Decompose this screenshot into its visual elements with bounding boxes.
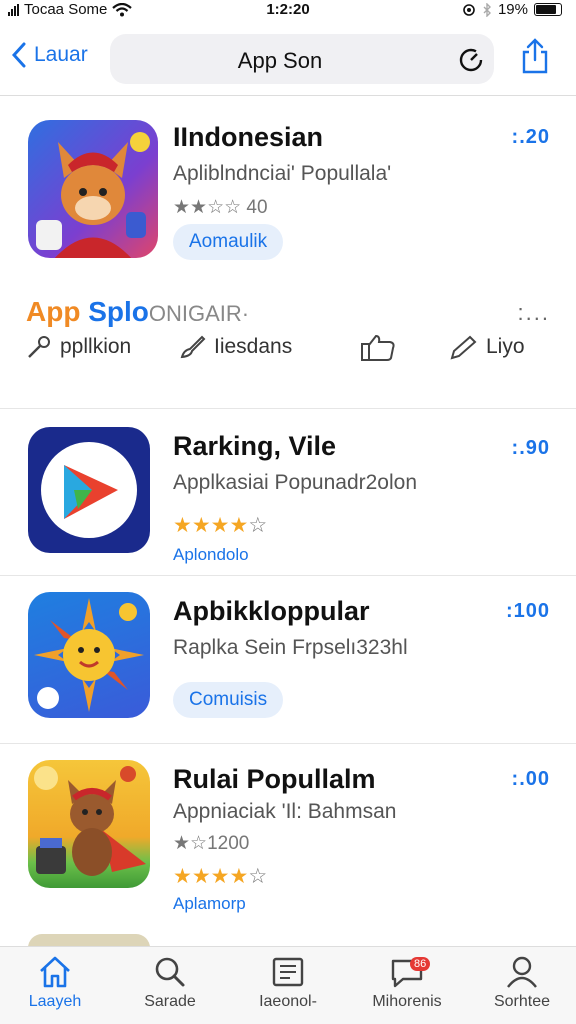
app-icon-hero xyxy=(28,760,150,888)
list-item[interactable]: Apbikkloppular Raplka Sein Frpselı323hl … xyxy=(0,576,576,744)
star-icon: ★★★★ xyxy=(173,514,249,537)
list-item[interactable]: Rulai Popullalm Appniaciak 'Il: Bahmsan … xyxy=(0,744,576,930)
section-title-part: App xyxy=(26,296,81,327)
title-pill[interactable]: App Son xyxy=(110,34,494,84)
wrench-icon xyxy=(28,336,50,358)
back-label: Lauar xyxy=(34,43,88,66)
tab-search[interactable]: Sarade xyxy=(115,955,225,1011)
app-name: Rarking, Vile xyxy=(173,431,337,461)
navigation-bar: Lauar App Son xyxy=(0,28,576,96)
tab-documents[interactable]: Iaeonol- xyxy=(233,955,343,1011)
share-icon[interactable] xyxy=(520,38,550,74)
category-label: Iiesdans xyxy=(214,335,293,358)
star-icon: ★★☆☆ xyxy=(173,197,242,218)
app-subtitle: Apliblndnciai' Popullala' xyxy=(173,162,392,185)
list-item[interactable]: IIndonesian Apliblndnciai' Popullala' ★★… xyxy=(0,98,576,288)
star-empty-icon: ☆ xyxy=(248,514,268,537)
document-icon xyxy=(272,957,304,987)
fox-mascot-icon xyxy=(36,132,150,258)
category-pill[interactable]: Aomaulik xyxy=(173,224,284,260)
tab-profile[interactable]: Sorhtee xyxy=(467,955,576,1011)
rating-count: 1200 xyxy=(207,833,250,854)
category-item[interactable] xyxy=(360,334,404,362)
price-label[interactable]: :.20 xyxy=(512,126,550,149)
paint-brush-icon xyxy=(180,335,206,359)
category-item[interactable]: Iiesdans xyxy=(178,334,292,360)
section-title: App SploONIGAIR· xyxy=(26,296,249,328)
sun-mascot-icon xyxy=(34,598,144,712)
price-label[interactable]: :.00 xyxy=(512,768,550,791)
rating-stars: ★★★★☆ xyxy=(173,513,267,538)
app-subtitle: Raplka Sein Frpselı323hl xyxy=(173,636,408,659)
app-name: Rulai Popullalm xyxy=(173,764,376,794)
price-label[interactable]: :.90 xyxy=(512,437,550,460)
home-icon xyxy=(40,956,70,988)
app-subtitle: Appniaciak 'Il: Bahmsan xyxy=(173,800,397,823)
category-item[interactable]: ppllkion xyxy=(26,334,131,360)
battery-icon xyxy=(534,3,562,16)
developer-tag: Aplamorp xyxy=(173,894,246,913)
location-icon xyxy=(463,3,475,16)
category-label: Liyo xyxy=(486,335,525,358)
rating: ★☆1200 xyxy=(173,832,249,855)
tab-home[interactable]: Laayeh xyxy=(0,955,110,1011)
app-subtitle: Applkasiai Popunadr2olon xyxy=(173,471,418,494)
refresh-icon[interactable] xyxy=(458,47,484,73)
search-icon xyxy=(155,957,185,987)
tab-notifications[interactable]: 86 Mihorenis xyxy=(352,955,462,1011)
section-title-part: ONIGAIR· xyxy=(148,301,250,326)
developer-tag: Aplondolo xyxy=(173,545,249,564)
tab-label: Laayeh xyxy=(28,993,82,1010)
rating-count: 40 xyxy=(246,197,268,218)
rating: ★★☆☆ 40 xyxy=(173,196,268,219)
tab-label: Sorhtee xyxy=(493,993,551,1010)
page-title: App Son xyxy=(237,48,323,73)
profile-icon xyxy=(507,956,537,988)
app-icon-fox xyxy=(28,120,158,258)
app-name: IIndonesian xyxy=(173,122,324,152)
pen-icon xyxy=(450,335,477,360)
tab-label: Iaeonol- xyxy=(259,993,317,1010)
category-pill[interactable]: Comuisis xyxy=(173,682,284,718)
battery-percent: 19% xyxy=(497,1,528,18)
play-logo-icon xyxy=(41,442,137,538)
notification-badge: 86 xyxy=(410,957,431,971)
category-label: ppllkion xyxy=(60,335,132,358)
star-icon: ★★★★ xyxy=(173,865,249,888)
back-button[interactable]: Lauar xyxy=(12,42,88,68)
app-name: Apbikkloppular xyxy=(173,596,370,626)
status-bar: Tocaa Some 1:2:20 19% xyxy=(0,0,576,22)
more-button[interactable]: :... xyxy=(518,300,550,326)
star-icon: ★☆ xyxy=(173,833,208,854)
app-icon-play xyxy=(28,427,150,553)
thumbs-up-icon xyxy=(361,334,395,361)
list-item[interactable]: Rarking, Vile Applkasiai Popunadr2olon ★… xyxy=(0,408,576,576)
tab-label: Sarade xyxy=(144,993,196,1010)
app-icon-sun xyxy=(28,592,150,718)
hero-mascot-icon xyxy=(34,766,146,876)
star-empty-icon: ☆ xyxy=(248,865,268,888)
tab-label: Mihorenis xyxy=(372,993,442,1010)
section-title-part: Splo xyxy=(88,296,149,327)
tab-bar: Laayeh Sarade Iaeonol- 86 Mihorenis Sorh… xyxy=(0,946,576,1024)
bluetooth-icon xyxy=(483,2,491,17)
category-item[interactable]: Liyo xyxy=(448,334,525,360)
rating-stars: ★★★★☆ xyxy=(173,864,267,889)
chevron-left-icon xyxy=(12,42,26,68)
price-label[interactable]: :100 xyxy=(506,600,550,623)
